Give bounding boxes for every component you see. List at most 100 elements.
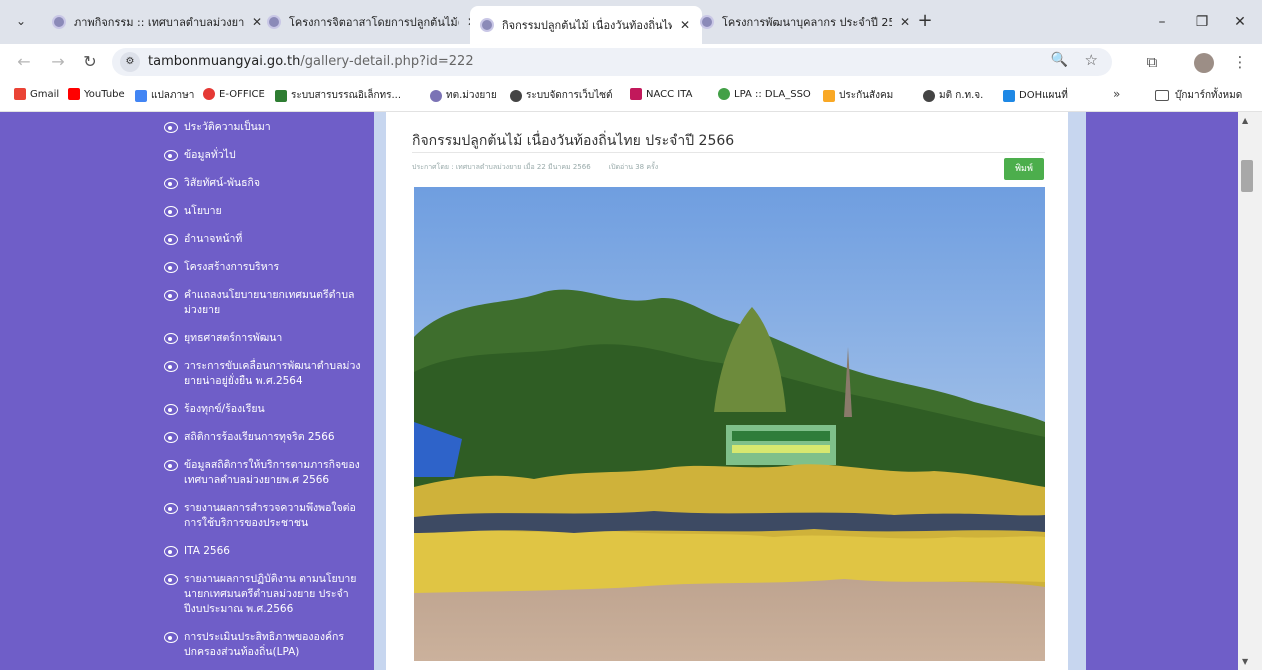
bookmark-social-security[interactable]: ประกันสังคม	[823, 88, 893, 103]
bookmark-nacc[interactable]: NACC ITA	[630, 88, 692, 100]
sidebar-item-corruption-stats[interactable]: สถิติการร้องเรียนการทุจริต 2566	[164, 430, 364, 445]
site-favicon-icon	[267, 15, 281, 29]
bookmark-youtube[interactable]: YouTube	[68, 88, 125, 100]
browser-toolbar: ← → ↻ ⚙ tambonmuangyai.go.th/gallery-det…	[0, 44, 1262, 80]
sidebar-item-label: ยุทธศาสตร์การพัฒนา	[184, 332, 283, 344]
sidebar-item-label: ITA 2566	[184, 545, 230, 557]
zoom-icon[interactable]: 🔍	[1051, 52, 1068, 68]
profile-avatar-icon[interactable]	[1194, 53, 1214, 73]
reload-icon[interactable]: ↻	[78, 50, 102, 74]
sidebar-item-structure[interactable]: โครงสร้างการบริหาร	[164, 260, 364, 275]
radio-bullet-icon	[164, 290, 178, 301]
tab-2[interactable]: โครงการจิตอาสาโดยการปลูกต้นไม้(ร ✕	[257, 8, 489, 36]
bookmark-label: E-OFFICE	[219, 88, 265, 100]
bookmark-translate[interactable]: แปลภาษา	[135, 88, 194, 103]
more-bookmarks-icon[interactable]: »	[1113, 87, 1120, 101]
bookmarks-bar: Gmail YouTube แปลภาษา E-OFFICE ระบบสารบร…	[0, 80, 1262, 112]
sidebar-item-label: วาระการขับเคลื่อนการพัฒนาตำบลม่วงยายน่าอ…	[184, 360, 361, 387]
globe-icon	[510, 89, 522, 102]
youtube-icon	[68, 88, 80, 100]
tambon-icon	[430, 89, 442, 102]
sidebar-item-ita[interactable]: ITA 2566	[164, 544, 364, 559]
bookmark-label: ประกันสังคม	[839, 90, 894, 101]
bookmark-eoffice[interactable]: E-OFFICE	[203, 88, 265, 100]
url-path: /gallery-detail.php?id=222	[300, 54, 474, 69]
bookmark-label: DOHแผนที่	[1019, 90, 1068, 101]
sidebar-item-label: โครงสร้างการบริหาร	[184, 261, 280, 273]
bookmark-label: YouTube	[84, 88, 125, 100]
bookmark-resolution[interactable]: มติ ก.ท.จ.	[923, 88, 983, 103]
radio-bullet-icon	[164, 404, 178, 415]
menu-kebab-icon[interactable]: ⋮	[1228, 50, 1252, 74]
bookmark-star-icon[interactable]: ☆	[1085, 51, 1098, 69]
forward-arrow-icon[interactable]: →	[46, 50, 70, 74]
bookmark-saraban[interactable]: ระบบสารบรรณอิเล็กทร...	[275, 88, 401, 103]
article-panel: กิจกรรมปลูกต้นไม้ เนื่องวันท้องถิ่นไทย ป…	[386, 112, 1068, 670]
sidebar-item-service-stats[interactable]: ข้อมูลสถิติการให้บริการตามภารกิจของเทศบา…	[164, 458, 364, 488]
scrollbar-thumb[interactable]	[1241, 160, 1253, 192]
bookmark-label: Gmail	[30, 88, 60, 100]
sidebar-item-lpa[interactable]: การประเมินประสิทธิภาพขององค์กรปกครองส่วน…	[164, 630, 364, 660]
sidebar-item-label: นโยบาย	[184, 205, 222, 217]
minimize-icon[interactable]: –	[1150, 10, 1174, 34]
tab-4[interactable]: โครงการพัฒนาบุคลากร ประจำปี 256 ✕	[690, 8, 922, 36]
close-tab-icon[interactable]: ✕	[898, 15, 912, 29]
tab-search-icon[interactable]: ⌄	[10, 10, 32, 32]
sidebar-item-mayor-policy[interactable]: คำแถลงนโยบายนายกเทศมนตรีตำบลม่วงยาย	[164, 288, 364, 318]
print-button[interactable]: พิมพ์	[1004, 158, 1044, 180]
bookmark-label: ทต.ม่วงยาย	[446, 90, 497, 101]
nacc-icon	[630, 88, 642, 100]
extensions-icon[interactable]: ⧉	[1140, 50, 1164, 74]
sidebar-item-complaints[interactable]: ร้องทุกข์/ร้องเรียน	[164, 402, 364, 417]
sidebar-item-label: ข้อมูลทั่วไป	[184, 149, 236, 161]
restore-icon[interactable]: ❐	[1190, 10, 1214, 34]
page-scrollbar[interactable]: ▲ ▼	[1238, 112, 1262, 670]
new-tab-plus-icon[interactable]: +	[913, 10, 937, 34]
article-meta: ประกาศโดย : เทศบาลตำบลม่วงยาย เมื่อ 22 ม…	[412, 162, 658, 173]
sidebar-item-performance-report[interactable]: รายงานผลการปฏิบัติงาน ตามนโยบายนายกเทศมน…	[164, 572, 364, 617]
radio-bullet-icon	[164, 150, 178, 161]
bookmark-lpa[interactable]: LPA :: DLA_SSO	[718, 88, 811, 100]
all-bookmarks-folder[interactable]: บุ๊กมาร์กทั้งหมด	[1155, 88, 1242, 103]
scroll-down-arrow-icon[interactable]: ▼	[1242, 657, 1248, 666]
sidebar-item-satisfaction[interactable]: รายงานผลการสำรวจความพึงพอใจต่อการใช้บริก…	[164, 501, 364, 531]
radio-bullet-icon	[164, 262, 178, 273]
bookmark-doh-map[interactable]: DOHแผนที่	[1003, 88, 1068, 103]
scroll-up-arrow-icon[interactable]: ▲	[1242, 116, 1248, 125]
radio-bullet-icon	[164, 432, 178, 443]
gallery-photo[interactable]	[414, 187, 1045, 661]
tab-3-active[interactable]: กิจกรรมปลูกต้นไม้ เนื่องวันท้องถิ่นไทย ✕	[470, 6, 702, 44]
sidebar-item-vision[interactable]: วิสัยทัศน์-พันธกิจ	[164, 176, 364, 191]
sidebar-menu: ประวัติความเป็นมา ข้อมูลทั่วไป วิสัยทัศน…	[164, 120, 364, 670]
bookmark-label: ระบบจัดการเว็บไซต์	[526, 90, 613, 101]
sidebar-item-policy[interactable]: นโยบาย	[164, 204, 364, 219]
address-bar[interactable]: ⚙ tambonmuangyai.go.th/gallery-detail.ph…	[112, 48, 1112, 76]
url-text[interactable]: tambonmuangyai.go.th/gallery-detail.php?…	[148, 54, 474, 69]
back-arrow-icon[interactable]: ←	[12, 50, 36, 74]
site-favicon-icon	[52, 15, 66, 29]
tab-1[interactable]: ภาพกิจกรรม :: เทศบาลตำบลม่วงยาย ✕	[42, 8, 274, 36]
sidebar-item-label: ประวัติความเป็นมา	[184, 121, 271, 133]
sidebar-item-history[interactable]: ประวัติความเป็นมา	[164, 120, 364, 135]
eoffice-icon	[203, 88, 215, 100]
close-window-icon[interactable]: ✕	[1228, 10, 1252, 34]
translate-icon	[135, 89, 147, 102]
left-menu-panel: ประวัติความเป็นมา ข้อมูลทั่วไป วิสัยทัศน…	[0, 112, 374, 670]
bookmark-webadmin[interactable]: ระบบจัดการเว็บไซต์	[510, 88, 613, 103]
sidebar-item-agenda[interactable]: วาระการขับเคลื่อนการพัฒนาตำบลม่วงยายน่าอ…	[164, 359, 364, 389]
tree-planting-group-photo	[414, 187, 1045, 661]
site-info-icon[interactable]: ⚙	[120, 52, 140, 72]
sidebar-item-authority[interactable]: อำนาจหน้าที่	[164, 232, 364, 247]
sidebar-item-general-info[interactable]: ข้อมูลทั่วไป	[164, 148, 364, 163]
radio-bullet-icon	[164, 234, 178, 245]
sidebar-item-strategy[interactable]: ยุทธศาสตร์การพัฒนา	[164, 331, 364, 346]
map-icon	[1003, 89, 1015, 102]
radio-bullet-icon	[164, 122, 178, 133]
lpa-icon	[718, 88, 730, 100]
saraban-icon	[275, 89, 287, 102]
globe-icon	[923, 89, 935, 102]
folder-icon	[1155, 90, 1169, 101]
bookmark-tambon[interactable]: ทต.ม่วงยาย	[430, 88, 497, 103]
all-bookmarks-label: บุ๊กมาร์กทั้งหมด	[1175, 90, 1243, 101]
bookmark-gmail[interactable]: Gmail	[14, 88, 59, 100]
